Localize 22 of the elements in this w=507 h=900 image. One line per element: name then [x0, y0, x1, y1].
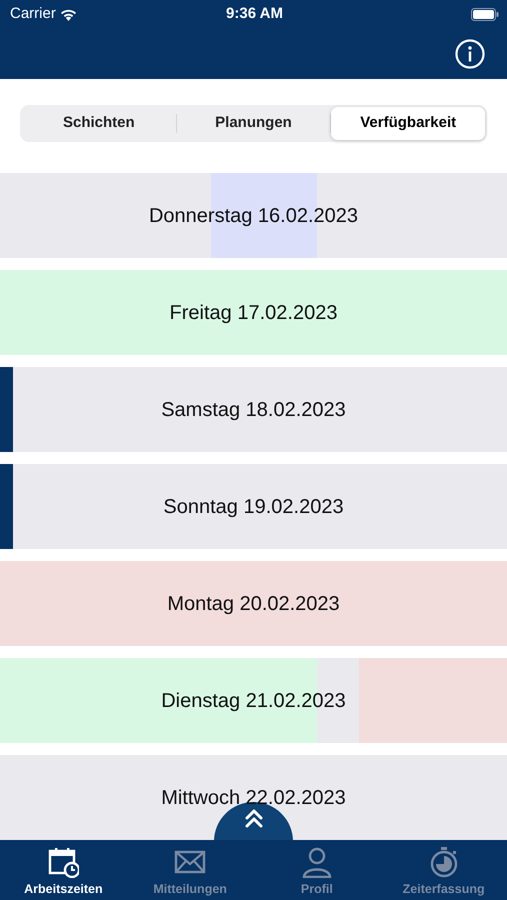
day-label: Mittwoch 22.02.2023: [161, 786, 346, 810]
person-icon: [300, 846, 333, 878]
day-label: Freitag 17.02.2023: [170, 300, 338, 326]
info-icon[interactable]: [455, 38, 485, 68]
calendar-clock-icon: [47, 846, 80, 878]
day-label: Samstag 18.02.2023: [161, 398, 346, 422]
tab-bar-item[interactable]: Profil: [254, 840, 380, 900]
tab-bar-item[interactable]: Arbeitszeiten: [0, 840, 127, 900]
carrier-name: Carrier: [10, 4, 56, 24]
double-chevron-up-icon: [244, 808, 262, 828]
day-label: Dienstag 21.02.2023: [161, 688, 346, 714]
segment-tab[interactable]: Verfügbarkeit: [331, 107, 486, 140]
tab-bar-item[interactable]: Mitteilungen: [126, 840, 254, 900]
battery-icon: [471, 8, 499, 20]
status-time: 9:36 AM: [226, 4, 283, 24]
segment-tab[interactable]: Schichten: [22, 107, 176, 140]
day-label: Donnerstag 16.02.2023: [148, 204, 358, 228]
segment-tab[interactable]: Planungen: [176, 107, 330, 140]
day-label: Montag 20.02.2023: [167, 592, 340, 616]
tab-bar-item[interactable]: Zeiterfassung: [380, 840, 507, 900]
day-label: Sonntag 19.02.2023: [163, 494, 344, 520]
wifi-icon: [60, 8, 77, 20]
